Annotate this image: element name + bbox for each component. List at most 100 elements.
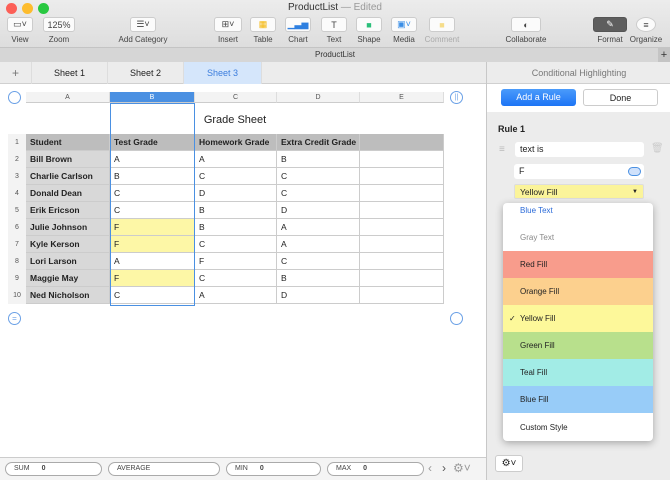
row-header-4[interactable]: 4 [8,185,26,202]
table-cell[interactable] [360,236,444,253]
row-header-2[interactable]: 2 [8,151,26,168]
column-header-E[interactable]: E [360,92,444,103]
menu-item-teal-fill[interactable]: Teal Fill [503,359,653,386]
table-cell[interactable]: B [110,168,195,185]
menu-item-yellow-fill[interactable]: ✓ Yellow Fill [503,305,653,332]
previous-icon[interactable]: ‹ [428,461,432,475]
min-readout[interactable]: MIN 0 [226,462,321,476]
table-cell[interactable]: A [277,236,360,253]
header-cell[interactable]: Student [26,134,110,151]
table-cell[interactable]: C [110,202,195,219]
insert-button[interactable]: ⊞˅ Insert [213,17,243,44]
menu-item-blue-fill[interactable]: Blue Fill [503,386,653,413]
add-category-button[interactable]: ☰˅ Add Category [112,17,174,44]
max-readout[interactable]: MAX 0 [327,462,424,476]
row-header-8[interactable]: 8 [8,253,26,270]
value-field[interactable]: F [514,164,644,179]
table-cell[interactable]: F [110,236,195,253]
new-tab-button[interactable]: + [658,48,670,62]
done-button[interactable]: Done [583,89,658,106]
table-handle[interactable] [8,91,21,104]
table-cell[interactable] [360,219,444,236]
table-cell[interactable]: B [277,270,360,287]
header-cell[interactable]: Homework Grade [195,134,277,151]
table-cell[interactable]: Lori Larson [26,253,110,270]
row-header-1[interactable]: 1 [8,134,26,151]
chart-button[interactable]: ▁▃▅ Chart [284,17,312,44]
collaborate-button[interactable]: ◐ Collaborate [502,17,550,44]
column-header-A[interactable]: A [26,92,110,103]
row-header-9[interactable]: 9 [8,270,26,287]
table-cell[interactable]: Bill Brown [26,151,110,168]
table-cell[interactable]: C [277,168,360,185]
table-cell[interactable]: C [195,236,277,253]
add-sheet-button[interactable]: + [0,62,32,84]
table-cell[interactable] [360,168,444,185]
table-cell[interactable]: B [195,219,277,236]
table-cell[interactable] [360,202,444,219]
gear-icon[interactable]: ⚙˅ [453,461,471,475]
row-header-10[interactable]: 10 [8,287,26,304]
table-cell[interactable]: D [277,202,360,219]
table-cell[interactable]: A [110,151,195,168]
table-cell[interactable]: Donald Dean [26,185,110,202]
table-cell[interactable]: Julie Johnson [26,219,110,236]
table-cell[interactable]: A [195,287,277,304]
table-cell[interactable]: A [110,253,195,270]
table-cell[interactable]: C [195,168,277,185]
table-cell[interactable]: C [277,185,360,202]
add-column-handle[interactable]: || [450,91,463,104]
tab-sheet-2[interactable]: Sheet 2 [108,62,184,84]
menu-item-gray-text[interactable]: Gray Text [503,224,653,251]
table-cell[interactable] [360,185,444,202]
table-cell[interactable]: C [110,287,195,304]
table-cell[interactable]: D [195,185,277,202]
table-cell[interactable]: C [110,185,195,202]
organize-button[interactable]: ≡ Organize [629,17,663,44]
condition-select[interactable]: text is [515,142,644,157]
table-cell[interactable] [360,253,444,270]
shape-button[interactable]: ■ Shape [355,17,383,44]
format-button[interactable]: ✎ Format [592,17,628,44]
resize-handle[interactable] [450,312,463,325]
trash-icon[interactable]: 🗑 [651,143,664,154]
drag-handle-icon[interactable]: ≡ [499,144,505,155]
menu-item-red-fill[interactable]: Red Fill [503,251,653,278]
table-cell[interactable]: C [195,270,277,287]
column-header-B[interactable]: B [110,92,195,103]
menu-item-custom-style[interactable]: Custom Style [503,414,653,441]
header-cell[interactable] [360,134,444,151]
table-cell[interactable]: C [277,253,360,270]
table-cell[interactable]: Erik Ericson [26,202,110,219]
comment-button[interactable]: ■ Comment [424,17,460,44]
row-header-5[interactable]: 5 [8,202,26,219]
menu-item-blue-text[interactable]: Blue Text [503,197,653,224]
row-header-3[interactable]: 3 [8,168,26,185]
table-button[interactable]: ▦ Table [249,17,277,44]
menu-item-green-fill[interactable]: Green Fill [503,332,653,359]
table-cell[interactable]: F [110,270,195,287]
tab-sheet-3[interactable]: Sheet 3 [184,62,262,84]
table-cell[interactable]: F [110,219,195,236]
table-cell[interactable]: A [277,219,360,236]
table-cell[interactable] [360,270,444,287]
media-button[interactable]: ▣˅ Media [390,17,418,44]
table-cell[interactable]: B [277,151,360,168]
next-icon[interactable]: › [442,461,446,475]
table-cell[interactable] [360,287,444,304]
table-cell[interactable]: A [195,151,277,168]
column-header-D[interactable]: D [277,92,360,103]
view-button[interactable]: ▭˅ View [6,17,34,44]
menu-item-orange-fill[interactable]: Orange Fill [503,278,653,305]
cell-reference-icon[interactable] [628,167,641,176]
zoom-button[interactable]: 125% Zoom [42,17,76,44]
table-cell[interactable]: Maggie May [26,270,110,287]
header-cell[interactable]: Test Grade [110,134,195,151]
table-cell[interactable]: Charlie Carlson [26,168,110,185]
column-header-C[interactable]: C [195,92,277,103]
add-rule-button[interactable]: Add a Rule [501,89,576,106]
table-cell[interactable]: Kyle Kerson [26,236,110,253]
table-cell[interactable]: B [195,202,277,219]
average-readout[interactable]: AVERAGE [108,462,220,476]
table-cell[interactable]: D [277,287,360,304]
